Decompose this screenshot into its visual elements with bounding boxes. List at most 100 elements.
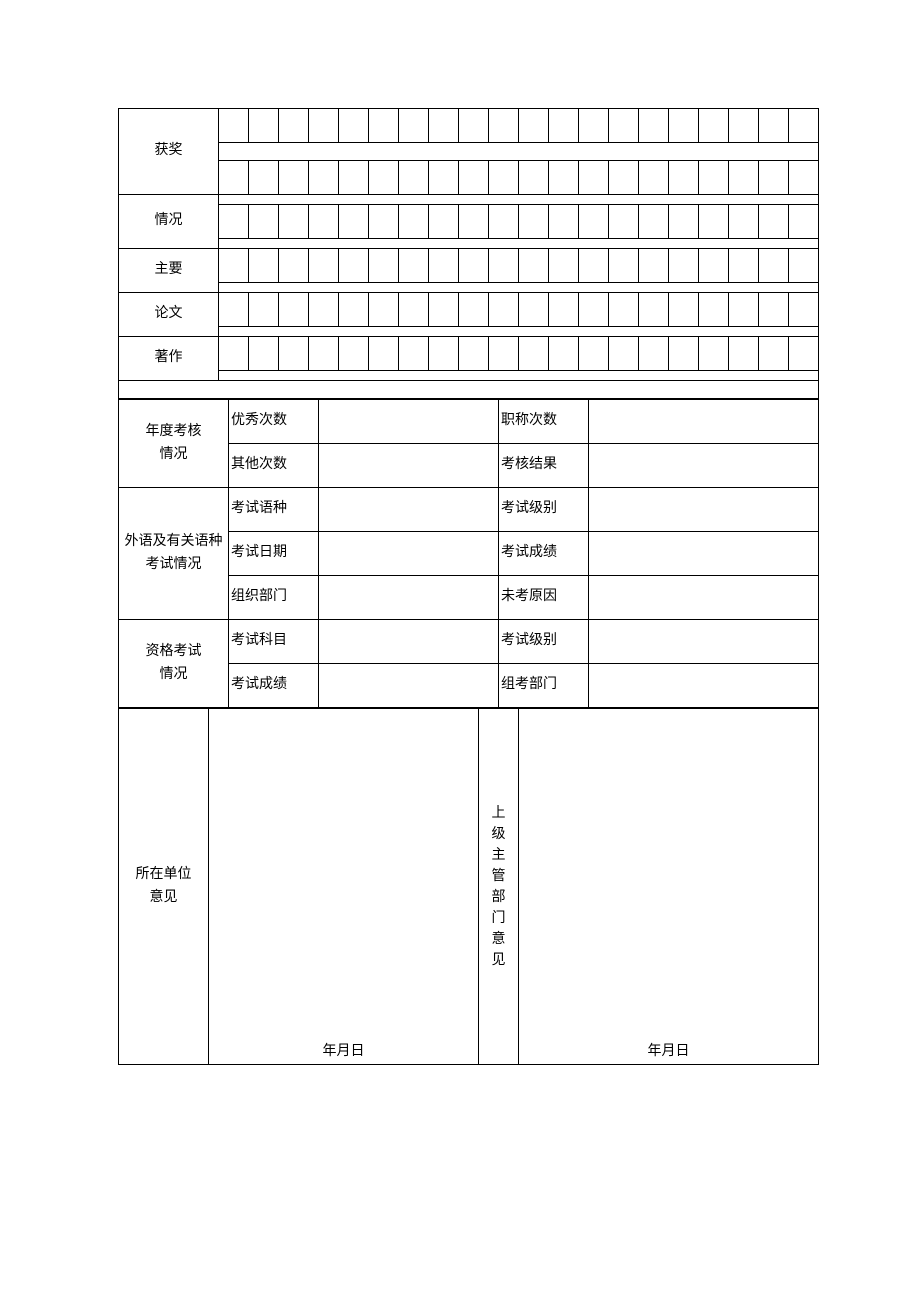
cell xyxy=(369,109,399,143)
cell xyxy=(729,109,759,143)
cell xyxy=(609,109,639,143)
cell xyxy=(609,161,639,195)
cell xyxy=(339,337,369,371)
cell xyxy=(309,337,339,371)
unit-opinion-value xyxy=(209,709,479,1029)
cell xyxy=(489,161,519,195)
cell xyxy=(759,293,789,327)
cell xyxy=(309,161,339,195)
cell xyxy=(579,293,609,327)
cell xyxy=(759,337,789,371)
lang-org-value xyxy=(319,576,499,620)
cell xyxy=(399,337,429,371)
cell xyxy=(339,249,369,283)
papers-label-1: 主要 xyxy=(119,249,219,293)
cell xyxy=(219,293,249,327)
cell xyxy=(429,293,459,327)
opinions-table: 所在单位 意见 上 级 主 管 部 门 意 见 年月日 年月日 xyxy=(118,708,819,1065)
superior-date: 年月日 xyxy=(519,1029,819,1065)
cell xyxy=(519,109,549,143)
cell xyxy=(609,205,639,239)
cell xyxy=(609,249,639,283)
cell xyxy=(639,161,669,195)
unit-opinion-label: 所在单位 意见 xyxy=(119,709,209,1065)
other-count-label: 其他次数 xyxy=(229,444,319,488)
cell xyxy=(609,337,639,371)
lang-noexam-value xyxy=(589,576,819,620)
cell xyxy=(729,293,759,327)
wide-row xyxy=(219,327,819,337)
lang-score-label: 考试成绩 xyxy=(499,532,589,576)
cell xyxy=(369,205,399,239)
cell xyxy=(429,109,459,143)
cell xyxy=(429,161,459,195)
cell xyxy=(489,249,519,283)
qualification-label: 资格考试 情况 xyxy=(119,620,229,708)
cell xyxy=(219,249,249,283)
cell xyxy=(669,161,699,195)
cell xyxy=(549,205,579,239)
cell xyxy=(639,337,669,371)
cell xyxy=(699,337,729,371)
cell xyxy=(429,337,459,371)
cell xyxy=(219,337,249,371)
cell xyxy=(699,109,729,143)
form-page: 获奖 情况 主要 论文 著作 年度 xyxy=(118,108,818,1065)
cell xyxy=(459,205,489,239)
cell xyxy=(219,205,249,239)
cell xyxy=(399,161,429,195)
excellent-count-value xyxy=(319,400,499,444)
qual-org-label: 组考部门 xyxy=(499,664,589,708)
info-table: 年度考核 情况 优秀次数 职称次数 其他次数 考核结果 外语及有关语种 考试情况… xyxy=(118,399,819,708)
qual-org-value xyxy=(589,664,819,708)
assessment-result-value xyxy=(589,444,819,488)
cell xyxy=(699,205,729,239)
cell xyxy=(279,109,309,143)
language-label: 外语及有关语种 考试情况 xyxy=(119,488,229,620)
lang-org-label: 组织部门 xyxy=(229,576,319,620)
cell xyxy=(279,293,309,327)
cell xyxy=(579,161,609,195)
lang-lang-value xyxy=(319,488,499,532)
cell xyxy=(549,293,579,327)
cell xyxy=(669,293,699,327)
cell xyxy=(459,337,489,371)
cell xyxy=(549,109,579,143)
cell xyxy=(639,109,669,143)
cell xyxy=(489,109,519,143)
cell xyxy=(729,337,759,371)
wide-row xyxy=(219,239,819,249)
cell xyxy=(309,249,339,283)
cell xyxy=(339,161,369,195)
cell xyxy=(369,337,399,371)
cell xyxy=(369,293,399,327)
cell xyxy=(459,249,489,283)
separator-row xyxy=(119,381,819,399)
cell xyxy=(789,249,819,283)
lang-noexam-label: 未考原因 xyxy=(499,576,589,620)
wide-row xyxy=(219,143,819,161)
awards-table: 获奖 情况 主要 论文 著作 xyxy=(118,108,819,399)
cell xyxy=(219,109,249,143)
qual-level-value xyxy=(589,620,819,664)
cell xyxy=(279,249,309,283)
cell xyxy=(399,109,429,143)
superior-opinion-label: 上 级 主 管 部 门 意 见 xyxy=(479,709,519,1065)
cell xyxy=(249,337,279,371)
lang-date-label: 考试日期 xyxy=(229,532,319,576)
cell xyxy=(249,109,279,143)
wide-row xyxy=(219,283,819,293)
cell xyxy=(339,109,369,143)
lang-level-label: 考试级别 xyxy=(499,488,589,532)
cell xyxy=(759,109,789,143)
assessment-result-label: 考核结果 xyxy=(499,444,589,488)
cell xyxy=(519,337,549,371)
cell xyxy=(549,249,579,283)
cell xyxy=(519,293,549,327)
cell xyxy=(369,161,399,195)
cell xyxy=(549,161,579,195)
cell xyxy=(249,205,279,239)
cell xyxy=(729,249,759,283)
cell xyxy=(759,205,789,239)
cell xyxy=(339,293,369,327)
